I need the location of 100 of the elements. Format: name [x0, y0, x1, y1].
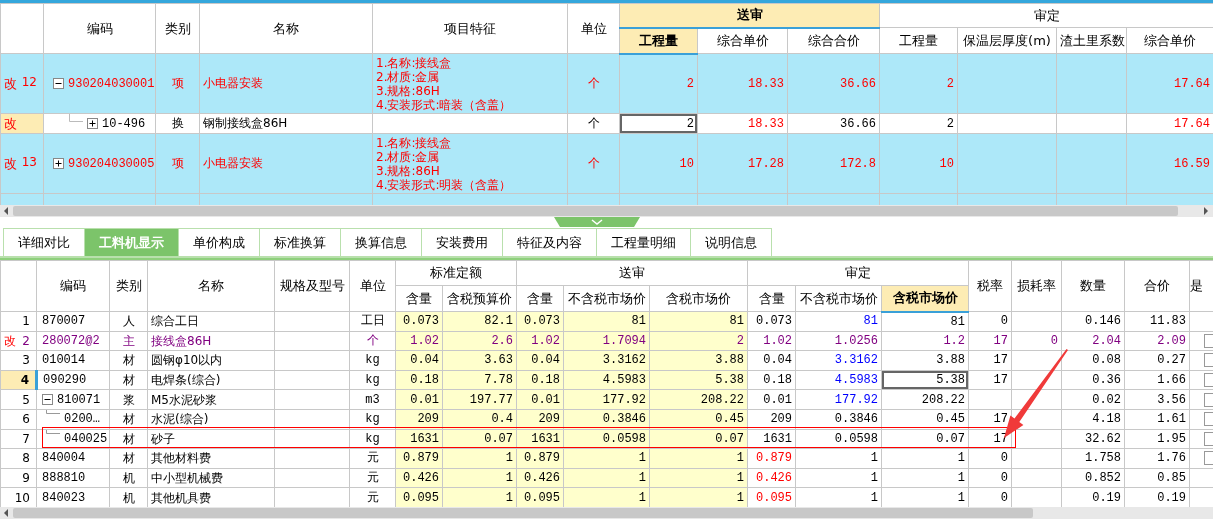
row-header[interactable]: 6 [0, 409, 37, 430]
table-cell: 0.852 [1061, 468, 1125, 488]
column-header[interactable]: 税率 [968, 260, 1012, 312]
table-cell: 0.45 [881, 409, 969, 430]
row-header[interactable]: 4 [0, 370, 37, 390]
table-cell: 0.02 [1061, 389, 1125, 410]
tab[interactable]: 说明信息 [690, 228, 772, 256]
table-cell: 材 [109, 429, 148, 449]
column-header[interactable]: 项目特征 [372, 3, 568, 54]
column-header[interactable]: 保温层厚度(m) [957, 27, 1057, 54]
plus-box-icon[interactable] [87, 118, 98, 129]
table-cell: 10 [879, 133, 958, 194]
checkbox[interactable] [1204, 392, 1213, 407]
checkbox[interactable] [1204, 412, 1213, 427]
change-mark: 改 [4, 74, 17, 93]
row-number: 4 [20, 373, 29, 388]
table-cell: 个 [567, 53, 620, 114]
table-cell: 3.3162 [795, 350, 882, 371]
table-cell: 177.92 [795, 389, 882, 410]
table-cell: 0.0598 [795, 429, 882, 449]
column-header[interactable]: 综合合价 [787, 27, 880, 54]
table-cell: 1.66 [1124, 370, 1190, 390]
table-cell: 人 [109, 311, 148, 332]
table-cell: 0.146 [1061, 311, 1125, 332]
scrollbar-thumb[interactable] [13, 206, 1178, 216]
horizontal-scrollbar[interactable] [0, 507, 1213, 519]
table-cell: 18.33 [697, 53, 788, 114]
table-cell: kg [349, 409, 396, 430]
table-cell: 电焊条(综合) [147, 370, 275, 390]
column-header[interactable]: 编码 [36, 260, 110, 312]
column-header[interactable]: 损耗率 [1011, 260, 1062, 312]
scroll-right-icon[interactable] [1203, 207, 1209, 215]
column-header[interactable]: 含税市场价 [881, 285, 969, 312]
table-cell: 0.07 [881, 429, 969, 449]
column-header[interactable]: 数量 [1061, 260, 1125, 312]
table-cell: kg [349, 350, 396, 371]
table-cell: 1.95 [1124, 429, 1190, 449]
column-header[interactable]: 含税市场价 [649, 285, 748, 312]
column-header[interactable]: 不含税市场价 [563, 285, 650, 312]
table-cell: 0 [968, 468, 1012, 488]
column-header[interactable]: 综合单价 [697, 27, 788, 54]
table-cell: 16.59 [1126, 133, 1213, 194]
table-cell: 个 [349, 331, 396, 351]
column-header[interactable]: 类别 [109, 260, 148, 312]
table-cell: 17 [968, 370, 1012, 390]
row-header[interactable]: 9 [0, 468, 37, 488]
row-header[interactable]: 3 [0, 350, 37, 371]
table-cell: 17.64 [1126, 53, 1213, 114]
row-header[interactable]: 1 [0, 311, 37, 332]
table-cell: 4.5983 [795, 370, 882, 390]
table-cell: 机 [109, 468, 148, 488]
table-cell: 1.2 [881, 331, 969, 351]
column-header[interactable]: 单位 [349, 260, 396, 312]
tab[interactable]: 详细对比 [3, 228, 85, 256]
column-header[interactable]: 渣土里系数 [1056, 27, 1127, 54]
checkbox[interactable] [1204, 451, 1213, 466]
column-header[interactable]: 不含税市场价 [795, 285, 882, 312]
table-cell: 5.38 [881, 370, 969, 390]
table-cell: 17 [968, 331, 1012, 351]
row-number: 12 [21, 74, 37, 89]
column-header[interactable]: 含税预算价 [442, 285, 517, 312]
scrollbar-thumb[interactable] [13, 508, 1033, 518]
change-mark: 改 [4, 154, 17, 173]
row-header[interactable]: 8 [0, 448, 37, 469]
checkbox[interactable] [1204, 353, 1213, 368]
row-header[interactable]: 5 [0, 389, 37, 410]
plus-box-icon[interactable] [53, 158, 64, 169]
row-header[interactable]: 改 2 [0, 331, 37, 351]
table-cell: 水泥(综合) [147, 409, 275, 430]
table-cell: 0.3846 [795, 409, 882, 430]
checkbox[interactable] [1204, 431, 1213, 446]
horizontal-scrollbar[interactable] [0, 205, 1213, 217]
checkbox[interactable] [1204, 333, 1213, 348]
table-cell: 圆钢φ10以内 [147, 350, 275, 371]
minus-box-icon[interactable] [42, 394, 53, 406]
column-header[interactable]: 综合单价 [1126, 27, 1213, 54]
row-header[interactable]: 7 [0, 429, 37, 449]
column-header[interactable]: 是 [1189, 260, 1213, 312]
column-header[interactable]: 类别 [155, 3, 200, 54]
checkbox[interactable] [1204, 373, 1213, 388]
column-header[interactable]: 工程量 [879, 27, 958, 54]
scroll-left-icon[interactable] [3, 509, 9, 517]
row-number: 6 [22, 412, 30, 427]
row-number: 8 [22, 451, 30, 466]
item-code: 870007 [42, 313, 86, 330]
minus-box-icon[interactable] [53, 78, 64, 89]
table-cell: 个 [567, 133, 620, 194]
column-header[interactable]: 规格及型号 [274, 260, 350, 312]
column-header[interactable]: 名称 [147, 260, 275, 312]
splitter-handle[interactable] [553, 217, 640, 227]
column-header[interactable]: 工程量 [619, 27, 698, 54]
column-header[interactable]: 编码 [43, 3, 156, 54]
column-header[interactable]: 名称 [199, 3, 373, 54]
table-cell: 1 [795, 468, 882, 488]
scroll-left-icon[interactable] [3, 207, 9, 215]
table-cell: 0.27 [1124, 350, 1190, 371]
column-header[interactable]: 单位 [567, 3, 620, 54]
column-header[interactable]: 合价 [1124, 260, 1190, 312]
table-cell: 0.18 [747, 370, 796, 390]
table-cell: 0.01 [747, 389, 796, 410]
